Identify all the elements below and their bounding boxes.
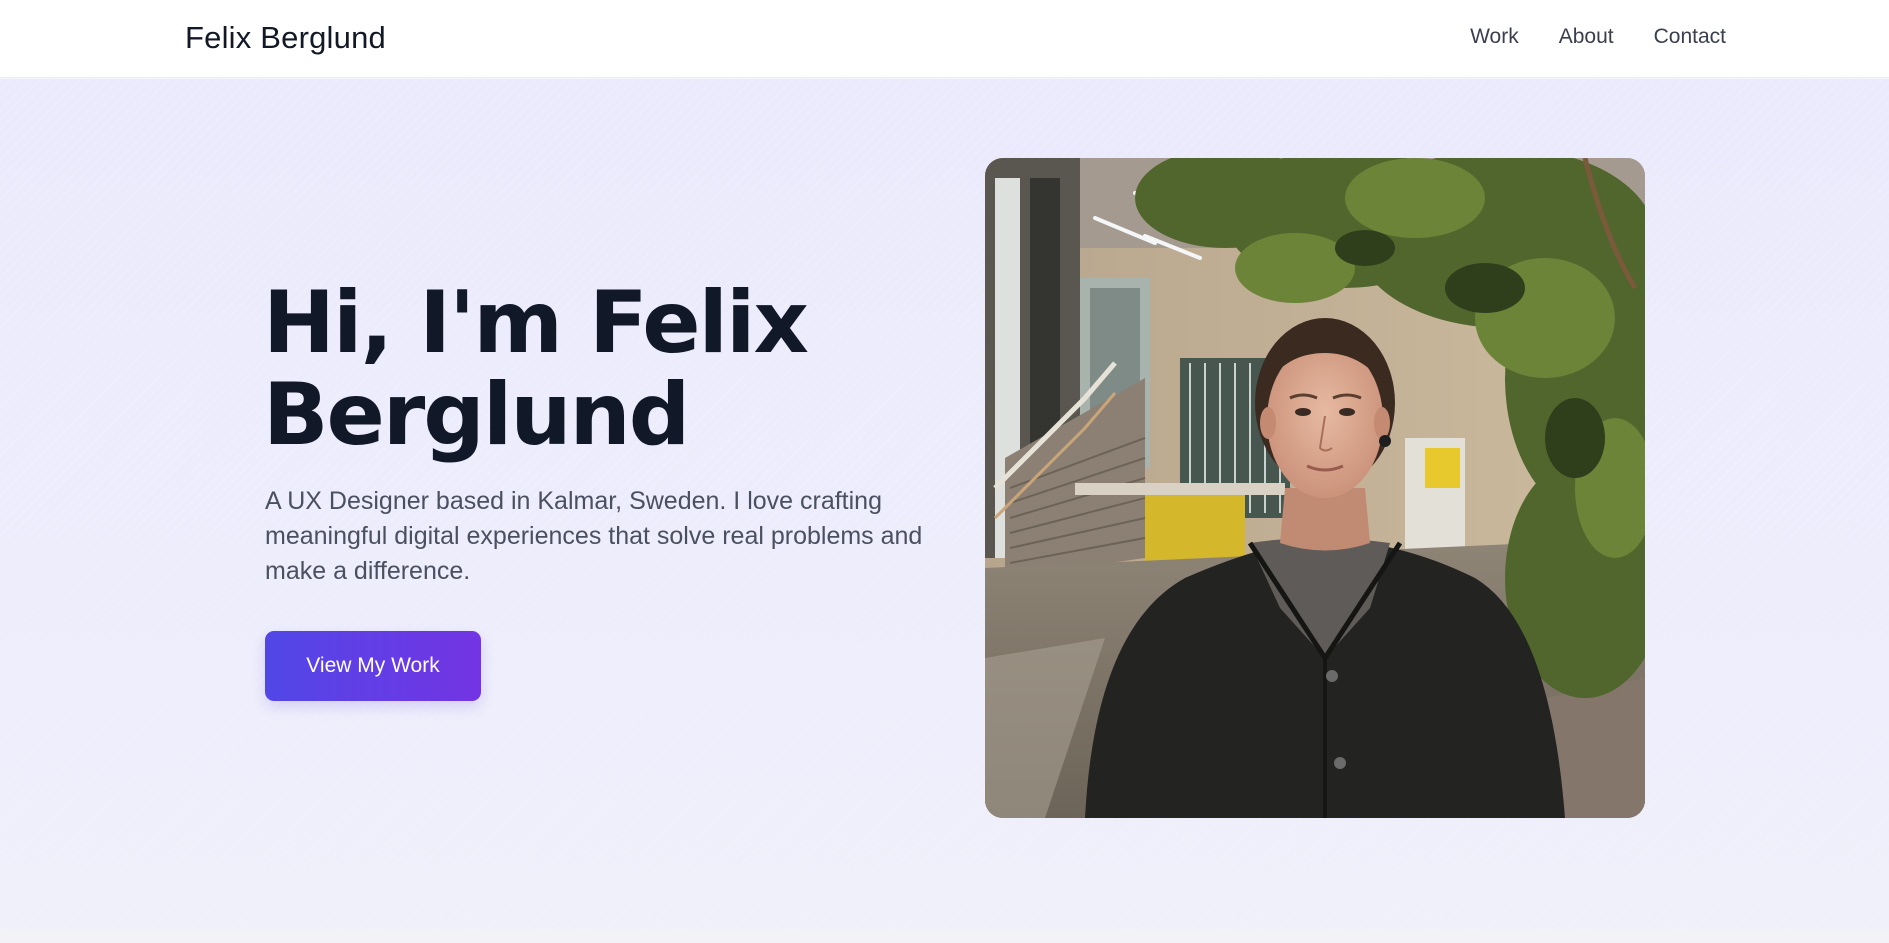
nav-link-contact[interactable]: Contact — [1654, 22, 1726, 52]
hero-description: A UX Designer based in Kalmar, Sweden. I… — [265, 487, 923, 585]
top-nav: Felix Berglund Work About Contact — [0, 0, 1889, 78]
hero-title-line-1: Hi, I'm Felix — [263, 273, 809, 373]
hero-title: Hi, I'm Felix Berglund — [263, 277, 963, 461]
hero-title-line-2: Berglund — [263, 365, 690, 465]
nav-link-about[interactable]: About — [1559, 22, 1614, 52]
nav-link-work[interactable]: Work — [1470, 22, 1519, 52]
profile-photo — [985, 158, 1645, 818]
brand-logo-link[interactable]: Felix Berglund — [185, 19, 386, 57]
nav-links: Work About Contact — [1470, 22, 1726, 52]
view-my-work-button[interactable]: View My Work — [265, 631, 481, 701]
section-divider — [0, 929, 1889, 943]
